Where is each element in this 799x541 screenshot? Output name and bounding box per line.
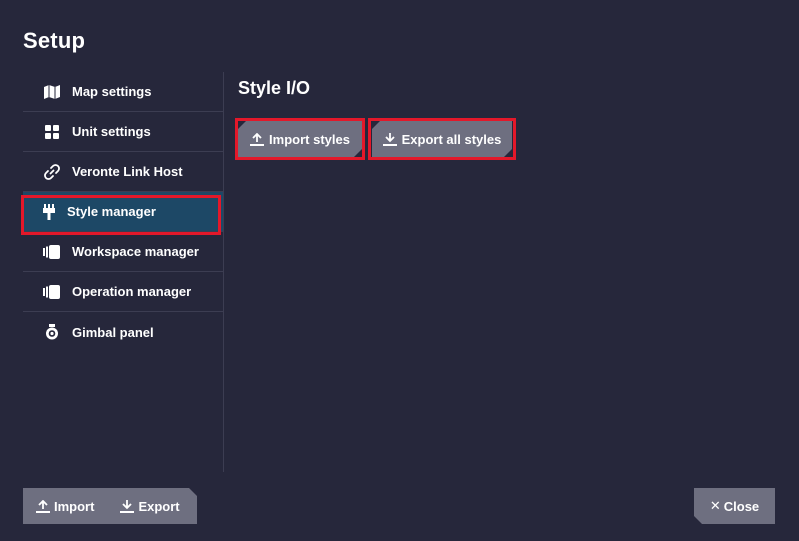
- close-icon: ✕: [709, 498, 721, 513]
- pages-icon: [43, 283, 61, 301]
- grid-icon: [43, 123, 61, 141]
- sidebar-item-workspace-manager[interactable]: Workspace manager: [23, 232, 223, 272]
- sidebar-item-gimbal-panel[interactable]: Gimbal panel: [23, 312, 223, 352]
- close-label: Close: [723, 498, 760, 514]
- sidebar-item-map-settings[interactable]: Map settings: [23, 72, 223, 112]
- sidebar-divider: [223, 72, 224, 472]
- link-icon: [43, 163, 61, 181]
- footer-import-export-bar: Import Export: [23, 488, 197, 524]
- sidebar-item-label: Style manager: [67, 204, 156, 219]
- sidebar-item-label: Veronte Link Host: [72, 164, 183, 179]
- map-icon: [43, 83, 61, 101]
- sidebar-item-label: Operation manager: [72, 284, 192, 299]
- sidebar-item-label: Workspace manager: [72, 244, 199, 259]
- dialog-title: Setup: [23, 28, 86, 53]
- export-label: Export: [138, 498, 180, 514]
- camera-icon: [43, 323, 61, 341]
- import-button[interactable]: Import: [36, 499, 94, 514]
- sidebar-item-operation-manager[interactable]: Operation manager: [23, 272, 223, 312]
- sidebar-item-style-manager[interactable]: Style manager: [23, 192, 223, 232]
- sidebar-item-label: Gimbal panel: [72, 324, 154, 340]
- download-icon: [383, 133, 397, 146]
- download-icon: [120, 500, 134, 513]
- setup-sidebar: Map settings Unit settings Veronte Link …: [23, 72, 223, 352]
- sidebar-item-label: Unit settings: [72, 124, 151, 139]
- import-styles-button[interactable]: Import styles: [238, 121, 362, 157]
- export-all-styles-button[interactable]: Export all styles: [372, 121, 512, 157]
- close-button[interactable]: ✕ Close: [694, 488, 775, 524]
- brush-icon: [40, 203, 58, 221]
- import-label: Import: [54, 498, 95, 514]
- pages-icon: [43, 243, 61, 261]
- import-styles-label: Import styles: [269, 131, 350, 147]
- upload-icon: [250, 133, 264, 146]
- sidebar-item-label: Map settings: [72, 84, 152, 99]
- export-all-styles-label: Export all styles: [401, 131, 502, 147]
- section-title: Style I/O: [238, 78, 311, 98]
- sidebar-item-veronte-link-host[interactable]: Veronte Link Host: [23, 152, 223, 192]
- sidebar-item-unit-settings[interactable]: Unit settings: [23, 112, 223, 152]
- upload-icon: [36, 500, 50, 513]
- export-button[interactable]: Export: [120, 499, 179, 514]
